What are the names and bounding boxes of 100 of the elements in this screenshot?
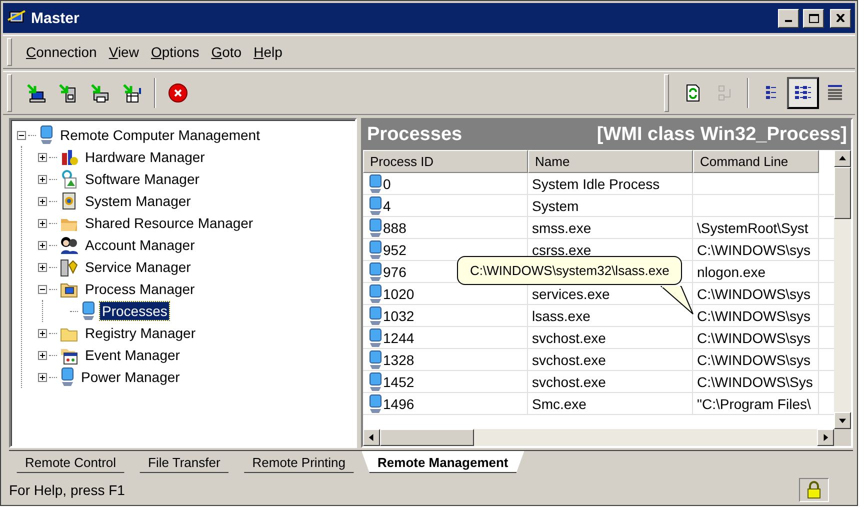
panel-title: Processes	[367, 124, 462, 146]
tree-item[interactable]: Event Manager	[83, 346, 182, 364]
panel-subtitle: [WMI class Win32_Process]	[596, 124, 847, 146]
menu-item[interactable]: Options	[144, 40, 206, 64]
table-cell: 1244	[383, 330, 414, 346]
vertical-scrollbar[interactable]	[834, 150, 851, 429]
expand-button[interactable]	[38, 262, 47, 272]
scrollbar-thumb[interactable]	[834, 167, 851, 219]
computer-icon	[367, 240, 383, 260]
table-cell: 1328	[383, 352, 414, 368]
tree-item[interactable]: Account Manager	[83, 236, 197, 254]
computer-icon	[367, 394, 383, 414]
minimize-button[interactable]	[778, 8, 799, 28]
table-cell: nlogon.exe	[697, 264, 766, 280]
arrow-icon	[839, 417, 846, 424]
table-cell: 1452	[383, 374, 414, 390]
connect-server-icon	[58, 83, 78, 103]
expand-button[interactable]	[38, 152, 47, 162]
tree-item[interactable]: Shared Resource Manager	[83, 214, 256, 232]
plus-icon	[39, 154, 46, 160]
table-cell: svchost.exe	[532, 352, 606, 368]
tree-item[interactable]: Power Manager	[79, 368, 182, 386]
computer-icon	[367, 372, 383, 392]
table-cell: svchost.exe	[532, 330, 606, 346]
software-icon	[59, 169, 79, 189]
computer-icon	[367, 218, 383, 238]
scrollbar-corner	[834, 429, 851, 446]
table-cell: C:\WINDOWS\sys	[697, 352, 811, 368]
table-cell: \SystemRoot\Syst	[697, 220, 808, 236]
table-cell: 0	[383, 176, 391, 192]
arrow-icon	[839, 155, 846, 162]
tree-item[interactable]: Processes	[100, 302, 170, 320]
table-cell: 1032	[383, 308, 414, 324]
menu-item[interactable]: Help	[248, 40, 288, 64]
expand-button[interactable]	[38, 196, 47, 206]
computer-icon	[59, 367, 75, 387]
tab[interactable]: Remote Management	[362, 451, 524, 473]
connect-computer-icon	[26, 83, 46, 103]
connect-printer-icon	[90, 83, 110, 103]
computer-icon	[367, 174, 383, 194]
expand-button[interactable]	[38, 372, 47, 382]
computer-icon	[367, 328, 383, 348]
table-cell: C:\WINDOWS\Sys	[697, 374, 813, 390]
table-cell: C:\WINDOWS\sys	[697, 308, 811, 324]
column-header[interactable]: Process ID	[363, 150, 528, 173]
computer-icon	[367, 284, 383, 304]
arrow-icon	[368, 434, 375, 441]
table-cell: services.exe	[532, 286, 610, 302]
details-view-icon	[825, 83, 845, 103]
table-cell: C:\WINDOWS\sys	[697, 286, 811, 302]
computer-icon	[367, 196, 383, 216]
scroll-left-button[interactable]	[363, 429, 380, 446]
tree-item[interactable]: System Manager	[83, 192, 193, 210]
tree-item[interactable]: Service Manager	[83, 258, 193, 276]
toolbar-button[interactable]	[787, 77, 819, 109]
column-header[interactable]: Command Line	[693, 150, 819, 173]
arrow-icon	[822, 434, 829, 441]
menu-item[interactable]: Goto	[205, 40, 248, 64]
horizontal-scrollbar[interactable]	[363, 429, 834, 446]
connect-manager-icon	[122, 83, 142, 103]
expand-button[interactable]	[38, 174, 47, 184]
table-cell: 4	[383, 198, 391, 214]
tree-item[interactable]: Remote Computer Management	[58, 126, 262, 144]
service-icon	[59, 257, 79, 277]
table-cell: Smc.exe	[532, 396, 586, 412]
computer-icon	[38, 125, 54, 145]
column-header[interactable]: Name	[528, 150, 693, 173]
menu-item[interactable]: Connection	[20, 40, 103, 64]
table-cell: System	[532, 198, 579, 214]
table-cell: "C:\Program Files\	[697, 396, 811, 412]
collapse-button[interactable]	[38, 284, 47, 294]
plus-icon	[39, 330, 46, 336]
close-icon	[836, 14, 845, 22]
computer-icon	[367, 262, 383, 282]
users-icon	[59, 235, 79, 255]
table-cell: lsass.exe	[532, 308, 590, 324]
scrollbar-thumb[interactable]	[380, 429, 474, 446]
tree-item[interactable]: Software Manager	[83, 170, 202, 188]
table-cell: csrss.exe	[532, 242, 592, 258]
scroll-down-button[interactable]	[834, 412, 851, 429]
tree-item[interactable]: Hardware Manager	[83, 148, 207, 166]
expand-button[interactable]	[38, 328, 47, 338]
expand-button[interactable]	[38, 350, 47, 360]
maximize-icon	[808, 14, 818, 22]
table-cell: 888	[383, 220, 406, 236]
expand-button[interactable]	[38, 240, 47, 250]
collapse-button[interactable]	[17, 130, 26, 140]
status-text: For Help, press F1	[9, 482, 126, 498]
menu-item[interactable]: View	[102, 40, 145, 64]
expand-button[interactable]	[38, 218, 47, 228]
scroll-right-button[interactable]	[817, 429, 834, 446]
table-cell: System Idle Process	[532, 176, 660, 192]
maximize-button[interactable]	[803, 8, 824, 28]
close-button[interactable]	[830, 8, 851, 28]
scroll-up-button[interactable]	[834, 150, 851, 167]
tree-item[interactable]: Process Manager	[83, 280, 197, 298]
plus-icon	[39, 264, 46, 270]
table-cell: 1496	[383, 396, 414, 412]
tree-item[interactable]: Registry Manager	[83, 324, 198, 342]
table-cell: svchost.exe	[532, 374, 606, 390]
